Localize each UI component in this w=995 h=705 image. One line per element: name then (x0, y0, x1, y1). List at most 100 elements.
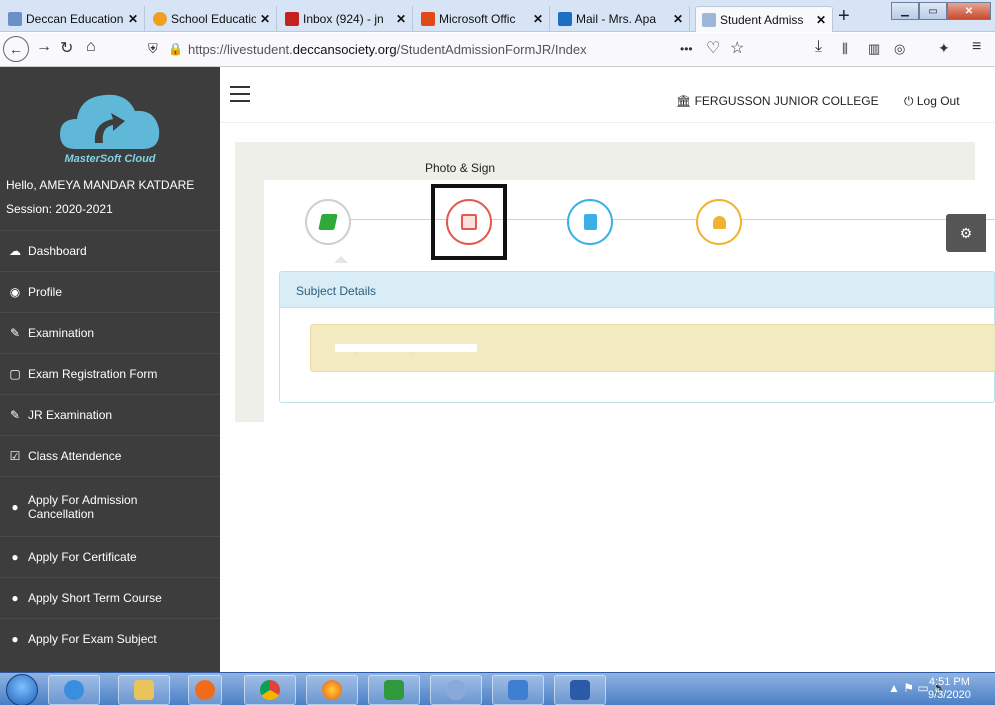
sidebar-item-label: Dashboard (28, 244, 87, 258)
url-prefix: https://livestudent. (188, 42, 293, 57)
sidebar-item-apply-certificate[interactable]: ● Apply For Certificate (0, 536, 220, 577)
page-icon (702, 12, 716, 27)
sidebar-item-label: Apply For Exam Subject (28, 632, 157, 646)
browser-nav-bar: ← → ↻ ⌂ ⛨ 🔒 https://livestudent.deccanso… (0, 33, 995, 67)
pocket-icon[interactable]: ♡ (706, 38, 720, 58)
close-tab-icon[interactable]: ✕ (816, 13, 826, 27)
user-icon (712, 215, 726, 229)
sidebar-menu: ☁ Dashboard ◉ Profile ✎ Examination ▢ Exam R… (0, 230, 220, 659)
maximize-icon[interactable]: ▭ (919, 2, 947, 20)
top-header: 🏛 FERGUSSON JUNIOR COLLEGE ⏻ Log Out (220, 67, 995, 123)
bookmark-star-icon[interactable]: ☆ (730, 38, 744, 58)
pencil-icon: ✎ (9, 408, 21, 422)
forward-icon[interactable]: → (36, 38, 52, 56)
browser-tab-bar: Deccan Education S ✕ School Educatio ✕ Inb… (0, 0, 995, 32)
sidebar-item-short-term-course[interactable]: ● Apply Short Term Course (0, 577, 220, 618)
taskbar-calc[interactable] (368, 675, 420, 705)
sidebar-item-exam-subject[interactable]: ● Apply For Exam Subject (0, 618, 220, 659)
flag-icon[interactable]: ⚑ (903, 681, 914, 695)
folder-icon (134, 680, 154, 700)
settings-gear-icon[interactable]: ⚙ (946, 214, 986, 252)
spreadsheet-icon (384, 680, 404, 700)
college-name: 🏛 FERGUSSON JUNIOR COLLEGE (676, 94, 879, 108)
library-icon[interactable]: ⫼ (842, 41, 848, 57)
card-title: Subject Details (280, 272, 994, 308)
taskbar-media[interactable] (188, 675, 222, 705)
taskbar-paint[interactable] (430, 675, 482, 705)
close-tab-icon[interactable]: ✕ (128, 12, 138, 26)
brand-name: MasterSoft Cloud (64, 153, 156, 165)
sidebar-item-admission-cancellation[interactable]: ● Apply For Admission Cancellation (0, 476, 220, 536)
url-bar[interactable]: https://livestudent.deccansociety.org/St… (188, 42, 678, 57)
taskbar-writer[interactable] (492, 675, 544, 705)
tab-school-education[interactable]: School Educatio ✕ (147, 6, 277, 32)
outlook-icon (558, 12, 572, 26)
gmail-icon (285, 12, 299, 26)
word-icon (570, 680, 590, 700)
taskbar-firefox[interactable] (306, 675, 358, 705)
taskbar-word[interactable] (554, 675, 606, 705)
close-tab-icon[interactable]: ✕ (396, 12, 406, 26)
taskbar-chrome[interactable] (244, 675, 296, 705)
tab-outlook-mail[interactable]: Mail - Mrs. Apa ✕ (552, 6, 690, 32)
taskbar-ie[interactable] (48, 675, 100, 705)
taskbar-explorer[interactable] (118, 675, 170, 705)
hamburger-menu-icon[interactable] (230, 86, 250, 107)
reload-icon[interactable]: ↻ (60, 38, 73, 58)
step-documents[interactable] (567, 199, 613, 245)
sidebar-item-class-attendence[interactable]: ☑ Class Attendence (0, 435, 220, 476)
main-content: 🏛 FERGUSSON JUNIOR COLLEGE ⏻ Log Out Pho… (220, 67, 995, 672)
close-tab-icon[interactable]: ✕ (673, 12, 683, 26)
college-name-text: FERGUSSON JUNIOR COLLEGE (694, 94, 879, 108)
document-editor-icon (508, 680, 528, 700)
sidebar-item-label: Apply For Certificate (28, 550, 137, 564)
form-icon: ▢ (9, 367, 21, 381)
logout-button[interactable]: ⏻ Log Out (904, 94, 960, 109)
back-icon[interactable]: ← (3, 36, 29, 62)
tab-microsoft-office[interactable]: Microsoft Offic ✕ (415, 6, 550, 32)
close-tab-icon[interactable]: ✕ (533, 12, 543, 26)
sidebar: MasterSoft Cloud Hello, AMEYA MANDAR KAT… (0, 67, 220, 672)
session-label: Session: 2020-2021 (6, 202, 113, 216)
sidebar-toggle-icon[interactable]: ▥ (868, 41, 880, 57)
sidebar-item-dashboard[interactable]: ☁ Dashboard (0, 230, 220, 271)
current-step-label: Photo & Sign (425, 161, 496, 175)
user-greeting: Hello, AMEYA MANDAR KATDARE (6, 178, 195, 192)
url-path: /StudentAdmissionFormJR/Index (396, 42, 587, 57)
sidebar-item-label: Apply Short Term Course (28, 591, 162, 605)
step-personal-details[interactable] (696, 199, 742, 245)
menu-icon[interactable]: ≡ (972, 38, 981, 56)
close-tab-icon[interactable]: ✕ (260, 12, 270, 26)
home-icon[interactable]: ⌂ (86, 38, 96, 56)
active-step-pointer (334, 256, 348, 263)
sidebar-item-jr-examination[interactable]: ✎ JR Examination (0, 394, 220, 435)
sidebar-item-profile[interactable]: ◉ Profile (0, 271, 220, 312)
url-domain: deccansociety.org (292, 42, 397, 57)
start-button-icon[interactable] (6, 674, 38, 705)
taskbar-clock[interactable]: 4:51 PM 9/3/2020 (928, 676, 971, 702)
sidebar-item-label: Profile (28, 285, 63, 299)
tab-gmail-inbox[interactable]: Inbox (924) - jn ✕ (279, 6, 413, 32)
download-icon[interactable]: ⤓ (815, 38, 822, 56)
close-window-icon[interactable]: ✕ (947, 2, 991, 20)
favicon-icon (8, 12, 22, 26)
network-icon[interactable]: ▭ (917, 681, 928, 695)
book-icon (318, 214, 338, 230)
extension-icon[interactable]: ✦ (938, 40, 950, 57)
account-icon[interactable]: ◎ (894, 41, 905, 57)
chrome-icon (260, 680, 280, 700)
subject-details-card: Subject Details Subjects already allotte… (279, 271, 995, 403)
sidebar-item-label: Examination (28, 326, 95, 340)
new-tab-icon[interactable]: + (838, 5, 850, 28)
sidebar-item-exam-registration[interactable]: ▢ Exam Registration Form (0, 353, 220, 394)
tab-deccan-education[interactable]: Deccan Education S ✕ (2, 6, 145, 32)
subjects-alert: Subjects already allotted (310, 324, 995, 372)
show-hidden-icons[interactable]: ▲ (888, 681, 900, 695)
sidebar-item-examination[interactable]: ✎ Examination (0, 312, 220, 353)
minimize-icon[interactable]: ▁ (891, 2, 919, 20)
page-actions-icon[interactable]: ••• (680, 42, 693, 56)
office-icon (421, 12, 435, 26)
tab-student-admission[interactable]: Student Admiss ✕ (695, 6, 833, 32)
clock-time: 4:51 PM (928, 676, 970, 688)
step-subjects[interactable] (305, 199, 351, 245)
